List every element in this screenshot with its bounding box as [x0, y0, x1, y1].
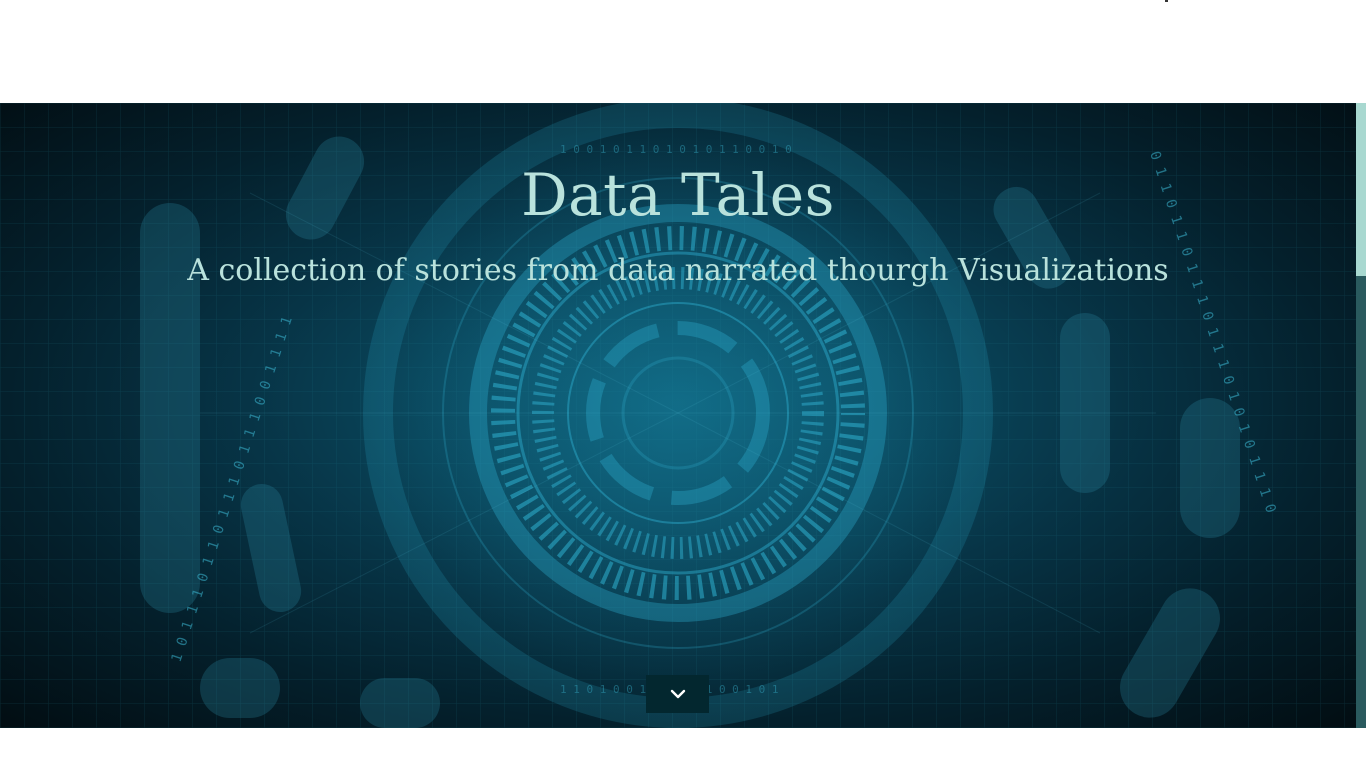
nav-fragment	[1165, 0, 1168, 2]
page-title: Data Tales	[521, 161, 835, 229]
page-below-fold	[0, 728, 1366, 768]
scroll-down-button[interactable]	[646, 675, 709, 713]
chevron-down-icon	[670, 689, 685, 699]
hero-banner: 1 0 1 1 1 0 1 1 0 1 1 1 0 1 1 1 0 0 1 1 …	[0, 103, 1356, 728]
page-subtitle: A collection of stories from data narrat…	[187, 253, 1169, 288]
svg-text:1 0 0 1 0 1 1 0 1 0 1 0 1 1 0: 1 0 0 1 0 1 1 0 1 0 1 0 1 1 0 0 1 0	[560, 143, 792, 156]
scrollbar-thumb[interactable]	[1356, 103, 1366, 276]
top-navbar	[0, 0, 1366, 103]
page-scrollbar[interactable]	[1356, 103, 1366, 728]
